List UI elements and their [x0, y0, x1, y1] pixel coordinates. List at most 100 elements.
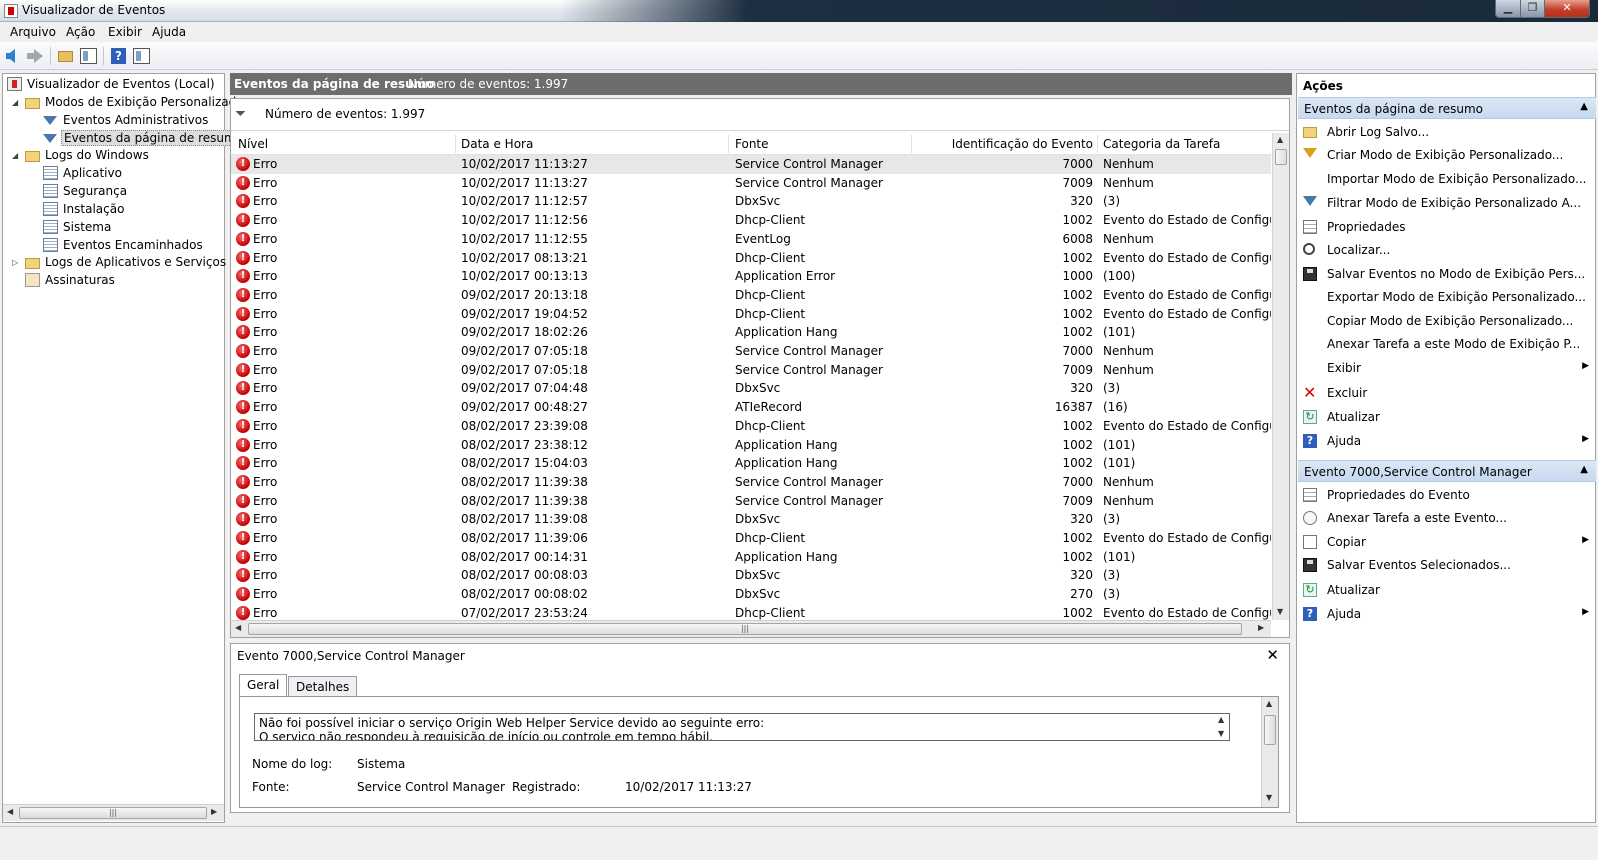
action-item[interactable]: ↻ Atualizar: [1303, 407, 1591, 427]
table-row[interactable]: ! Erro 07/02/2017 23:53:24 Dhcp-Client 1002 E…: [231, 604, 1271, 620]
column-header-source[interactable]: Fonte: [735, 137, 769, 151]
action-item[interactable]: Exportar Modo de Exibição Personalizado.…: [1303, 287, 1591, 307]
table-row[interactable]: ! Erro 08/02/2017 23:39:08 Dhcp-Client 1002 E…: [231, 417, 1271, 436]
scroll-down-icon[interactable]: ▼: [1266, 793, 1272, 802]
action-item[interactable]: ✕ Excluir: [1303, 383, 1591, 403]
tree-horizontal-scrollbar[interactable]: ◀ ||| ▶: [3, 804, 224, 821]
column-header-event-id[interactable]: Identificação do Evento: [917, 137, 1093, 151]
action-item[interactable]: Propriedades: [1303, 217, 1591, 237]
show-hide-actions-button[interactable]: [132, 46, 152, 66]
column-separator[interactable]: [728, 135, 729, 153]
table-row[interactable]: ! Erro 08/02/2017 00:08:03 DbxSvc 320 (3): [231, 566, 1271, 585]
action-item[interactable]: ? Ajuda ▶: [1303, 431, 1591, 451]
action-item[interactable]: ? Ajuda ▶: [1303, 604, 1591, 624]
table-row[interactable]: ! Erro 09/02/2017 19:04:52 Dhcp-Client 1002 E…: [231, 305, 1271, 324]
tree-item-system[interactable]: Sistema: [43, 218, 113, 236]
action-item[interactable]: Copiar Modo de Exibição Personalizado...: [1303, 311, 1591, 331]
table-row[interactable]: ! Erro 08/02/2017 00:14:31 Application Hang…: [231, 548, 1271, 567]
column-separator[interactable]: [455, 135, 456, 153]
table-row[interactable]: ! Erro 10/02/2017 08:13:21 Dhcp-Client 1002 E…: [231, 249, 1271, 268]
action-item[interactable]: Propriedades do Evento: [1303, 485, 1591, 505]
tab-geral[interactable]: Geral: [239, 674, 288, 696]
list-horizontal-scrollbar[interactable]: ◀ ||| ▶: [231, 620, 1271, 637]
table-row[interactable]: ! Erro 09/02/2017 18:02:26 Application Hang…: [231, 323, 1271, 342]
collapse-triangle-icon[interactable]: ◢: [12, 98, 18, 107]
table-row[interactable]: ! Erro 08/02/2017 11:39:08 DbxSvc 320 (3): [231, 510, 1271, 529]
scroll-up-icon[interactable]: ▲: [1218, 715, 1224, 724]
collapse-caret-icon[interactable]: ▲: [1580, 464, 1588, 475]
action-item[interactable]: ↻ Atualizar: [1303, 580, 1591, 600]
tree-item-forwarded[interactable]: Eventos Encaminhados: [43, 236, 205, 254]
scroll-left-icon[interactable]: ◀: [7, 807, 13, 816]
scroll-up-icon[interactable]: ▲: [1266, 699, 1272, 708]
action-item[interactable]: Anexar Tarefa a este Modo de Exibição P.…: [1303, 334, 1591, 354]
tree-item-custom-views[interactable]: Modos de Exibição Personalizados: [25, 93, 252, 111]
back-button[interactable]: [4, 46, 24, 66]
actions-section-summary[interactable]: Eventos da página de resumo ▲: [1298, 97, 1596, 119]
table-row[interactable]: ! Erro 09/02/2017 07:04:48 DbxSvc 320 (3): [231, 379, 1271, 398]
scroll-right-icon[interactable]: ▶: [1258, 623, 1264, 632]
table-row[interactable]: ! Erro 08/02/2017 15:04:03 Application Hang…: [231, 454, 1271, 473]
table-row[interactable]: ! Erro 10/02/2017 11:12:57 DbxSvc 320 (3): [231, 192, 1271, 211]
table-row[interactable]: ! Erro 08/02/2017 23:38:12 Application Hang…: [231, 436, 1271, 455]
log-name-value[interactable]: Sistema: [357, 757, 405, 771]
table-row[interactable]: ! Erro 10/02/2017 11:13:27 Service Control …: [231, 174, 1271, 193]
table-row[interactable]: ! Erro 08/02/2017 11:39:38 Service Control …: [231, 492, 1271, 511]
column-header-date[interactable]: Data e Hora: [461, 137, 533, 151]
detail-close-icon[interactable]: ✕: [1266, 646, 1279, 664]
scroll-up-icon[interactable]: ▲: [1277, 135, 1283, 144]
forward-button[interactable]: [26, 46, 46, 66]
menu-exibir[interactable]: Exibir: [108, 25, 142, 39]
column-header-level[interactable]: Nível: [238, 137, 268, 151]
table-row[interactable]: ! Erro 09/02/2017 07:05:18 Service Control …: [231, 361, 1271, 380]
source-value[interactable]: Service Control Manager: [357, 780, 505, 794]
close-button[interactable]: ✕: [1544, 0, 1590, 18]
minimize-button[interactable]: ▁: [1495, 0, 1521, 18]
action-item[interactable]: Importar Modo de Exibição Personalizado.…: [1303, 169, 1591, 189]
scrollbar-thumb[interactable]: |||: [248, 623, 1242, 635]
table-row[interactable]: ! Erro 08/02/2017 11:39:38 Service Control …: [231, 473, 1271, 492]
actions-section-event[interactable]: Evento 7000,Service Control Manager ▲: [1298, 460, 1596, 482]
action-item[interactable]: Copiar ▶: [1303, 532, 1591, 552]
table-row[interactable]: ! Erro 08/02/2017 11:39:06 Dhcp-Client 1002 E…: [231, 529, 1271, 548]
action-item[interactable]: Anexar Tarefa a este Evento...: [1303, 508, 1591, 528]
event-description[interactable]: Não foi possível iniciar o serviço Origi…: [254, 713, 1230, 741]
tree-item-security[interactable]: Segurança: [43, 182, 129, 200]
column-separator[interactable]: [911, 135, 912, 153]
collapse-caret-icon[interactable]: ▲: [1580, 101, 1588, 112]
table-row[interactable]: ! Erro 09/02/2017 00:48:27 ATIeRecord 16387 (…: [231, 398, 1271, 417]
tree-item-setup[interactable]: Instalação: [43, 200, 126, 218]
collapse-triangle-icon[interactable]: ◢: [12, 151, 18, 160]
table-row[interactable]: ! Erro 09/02/2017 07:05:18 Service Control …: [231, 342, 1271, 361]
column-separator[interactable]: [1097, 135, 1098, 153]
table-row[interactable]: ! Erro 10/02/2017 11:12:55 EventLog 6008 Nenh…: [231, 230, 1271, 249]
scroll-right-icon[interactable]: ▶: [211, 807, 217, 816]
tab-detalhes[interactable]: Detalhes: [288, 676, 358, 696]
tree-item-windows-logs[interactable]: Logs do Windows: [25, 146, 151, 164]
table-row[interactable]: ! Erro 10/02/2017 11:12:56 Dhcp-Client 1002 E…: [231, 211, 1271, 230]
expand-triangle-icon[interactable]: ▷: [12, 258, 18, 267]
show-hide-tree-button[interactable]: [79, 46, 99, 66]
table-row[interactable]: ! Erro 10/02/2017 00:13:13 Application Erro…: [231, 267, 1271, 286]
tree-item-admin-events[interactable]: Eventos Administrativos: [43, 111, 210, 129]
column-header-task-category[interactable]: Categoria da Tarefa: [1103, 137, 1220, 151]
action-item[interactable]: Criar Modo de Exibição Personalizado...: [1303, 145, 1591, 165]
scroll-down-icon[interactable]: ▼: [1218, 729, 1224, 738]
menu-arquivo[interactable]: Arquivo: [10, 25, 56, 39]
menu-ajuda[interactable]: Ajuda: [152, 25, 186, 39]
tree-item-app-services-logs[interactable]: Logs de Aplicativos e Serviços: [25, 253, 228, 271]
scroll-down-icon[interactable]: ▼: [1277, 607, 1283, 616]
scrollbar-thumb[interactable]: [1264, 715, 1276, 745]
action-item[interactable]: Localizar...: [1303, 240, 1591, 260]
registered-value[interactable]: 10/02/2017 11:13:27: [625, 780, 752, 794]
tree-item-subscriptions[interactable]: Assinaturas: [25, 271, 117, 289]
menu-acao[interactable]: Ação: [66, 25, 95, 39]
tree-item-application[interactable]: Aplicativo: [43, 164, 124, 182]
list-vertical-scrollbar[interactable]: ▲ ▼: [1272, 133, 1289, 620]
action-item[interactable]: Salvar Eventos no Modo de Exibição Pers.…: [1303, 264, 1591, 284]
action-item[interactable]: Abrir Log Salvo...: [1303, 122, 1591, 142]
help-button[interactable]: ?: [109, 46, 129, 66]
action-item[interactable]: Salvar Eventos Selecionados...: [1303, 555, 1591, 575]
tree-item-summary-events[interactable]: Eventos da página de resumo: [43, 129, 247, 147]
scrollbar-thumb[interactable]: |||: [19, 807, 207, 819]
